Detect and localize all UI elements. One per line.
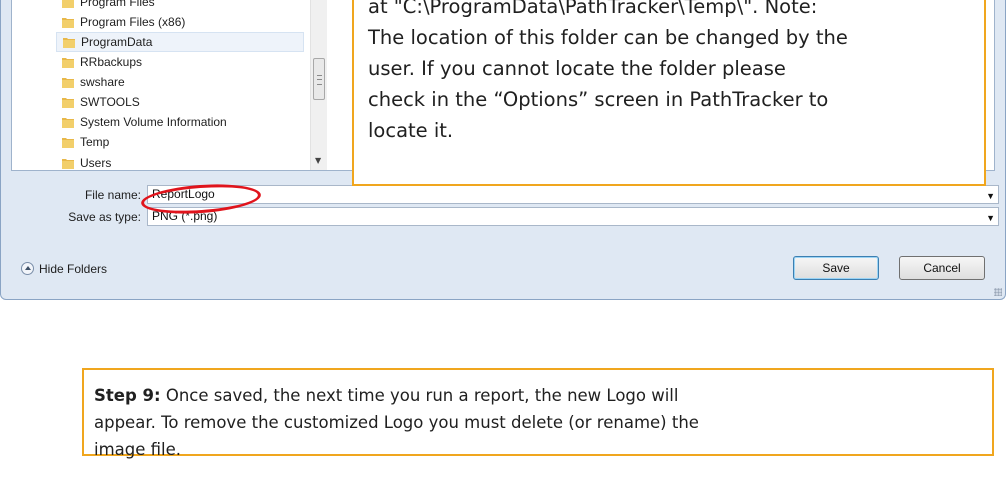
save-type-label: Save as type: (68, 210, 141, 224)
step-9-line: appear. To remove the customized Logo yo… (94, 413, 699, 432)
tree-item-label: swshare (80, 75, 125, 89)
tree-item-label: Program Files (x86) (80, 15, 186, 29)
folder-icon (62, 78, 74, 88)
tree-item-rrbackups[interactable]: RRbackups (62, 52, 142, 72)
step-9-line: image file. (94, 440, 182, 459)
chevron-up-icon (21, 262, 34, 275)
tree-item-program-files[interactable]: Program Files (62, 0, 155, 12)
folder-icon (62, 159, 74, 169)
tree-item-label: Program Files (80, 0, 155, 9)
chevron-down-icon[interactable]: ▼ (986, 188, 995, 205)
tree-item-users[interactable]: Users (62, 153, 111, 170)
chevron-down-icon[interactable]: ▼ (986, 210, 995, 227)
hide-folders-label: Hide Folders (39, 262, 108, 276)
tree-item-swtools[interactable]: SWTOOLS (62, 92, 140, 112)
folder-icon (62, 118, 74, 128)
tree-item-label: ProgramData (81, 35, 153, 49)
tree-item-system-volume-information[interactable]: System Volume Information (62, 112, 227, 132)
tree-item-label: System Volume Information (80, 115, 227, 129)
callout-line: user. If you cannot locate the folder pl… (368, 57, 786, 80)
tree-item-program-files-x86[interactable]: Program Files (x86) (62, 12, 185, 32)
file-name-value: ReportLogo (152, 187, 215, 201)
folder-tree: Program Files Program Files (x86) Progra… (12, 0, 312, 170)
callout-line: The location of this folder can be chang… (368, 26, 848, 49)
tree-item-swshare[interactable]: swshare (62, 72, 125, 92)
step-9-line: Step 9: Once saved, the next time you ru… (94, 382, 982, 409)
file-name-label: File name: (84, 188, 141, 202)
step-9-text: Step 9: Once saved, the next time you ru… (94, 382, 982, 463)
scroll-down-icon[interactable]: ▼ (315, 156, 321, 165)
tree-item-label: Temp (80, 135, 110, 149)
tree-item-temp[interactable]: Temp (62, 132, 109, 152)
file-name-field[interactable]: ReportLogo ▼ (147, 185, 999, 204)
save-type-value: PNG (*.png) (152, 209, 218, 223)
callout-line: at "C:\ProgramData\PathTracker\Temp\". N… (368, 0, 818, 18)
tree-item-label: SWTOOLS (80, 95, 140, 109)
resize-grip-icon[interactable] (994, 288, 1002, 296)
grip-icon (317, 75, 322, 85)
step-9-note: Step 9: Once saved, the next time you ru… (82, 368, 994, 459)
folder-location-callout: at "C:\ProgramData\PathTracker\Temp\". N… (352, 0, 986, 186)
tree-item-label: Users (80, 156, 112, 170)
callout-line: check in the “Options” screen in PathTra… (368, 88, 829, 111)
callout-text: at "C:\ProgramData\PathTracker\Temp\". N… (368, 0, 970, 146)
tree-item-label: RRbackups (80, 55, 143, 69)
folder-icon (62, 0, 74, 8)
step-9-heading: Step 9: (94, 386, 161, 405)
folder-icon (63, 38, 75, 48)
folder-icon (62, 58, 74, 68)
cancel-button[interactable]: Cancel (899, 256, 985, 280)
step-9-line-text: Once saved, the next time you run a repo… (160, 386, 679, 405)
save-button[interactable]: Save (793, 256, 879, 280)
save-type-select[interactable]: PNG (*.png) ▼ (147, 207, 999, 226)
tree-item-programdata[interactable]: ProgramData (56, 32, 304, 52)
folder-icon (62, 138, 74, 148)
hide-folders-button[interactable]: Hide Folders (21, 262, 107, 276)
folder-tree-scrollbar[interactable]: ▼ (310, 0, 327, 170)
folder-icon (62, 18, 74, 28)
scrollbar-thumb[interactable] (313, 58, 325, 100)
folder-icon (62, 98, 74, 108)
callout-line: locate it. (368, 119, 454, 142)
